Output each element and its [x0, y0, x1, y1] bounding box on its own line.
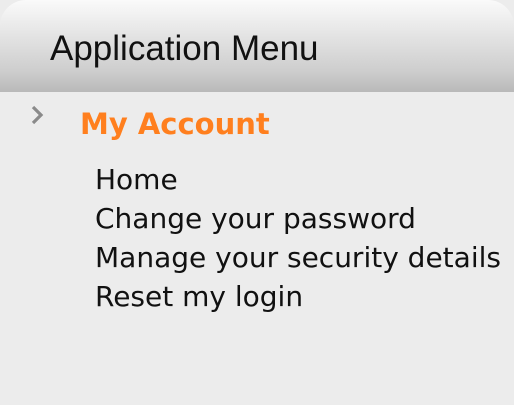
menu-item-manage-security-details[interactable]: Manage your security details	[95, 238, 505, 277]
menu-links-list: Home Change your password Manage your se…	[95, 160, 505, 316]
menu-item-reset-login[interactable]: Reset my login	[95, 277, 505, 316]
section-title-my-account[interactable]: My Account	[80, 104, 270, 144]
menu-item-change-password[interactable]: Change your password	[95, 199, 505, 238]
menu-item-home[interactable]: Home	[95, 160, 505, 199]
application-menu-panel: Application Menu My Account Home Change …	[0, 0, 514, 405]
menu-header-title: Application Menu	[50, 29, 319, 68]
chevron-right-icon	[31, 105, 44, 125]
menu-header: Application Menu	[0, 0, 514, 92]
